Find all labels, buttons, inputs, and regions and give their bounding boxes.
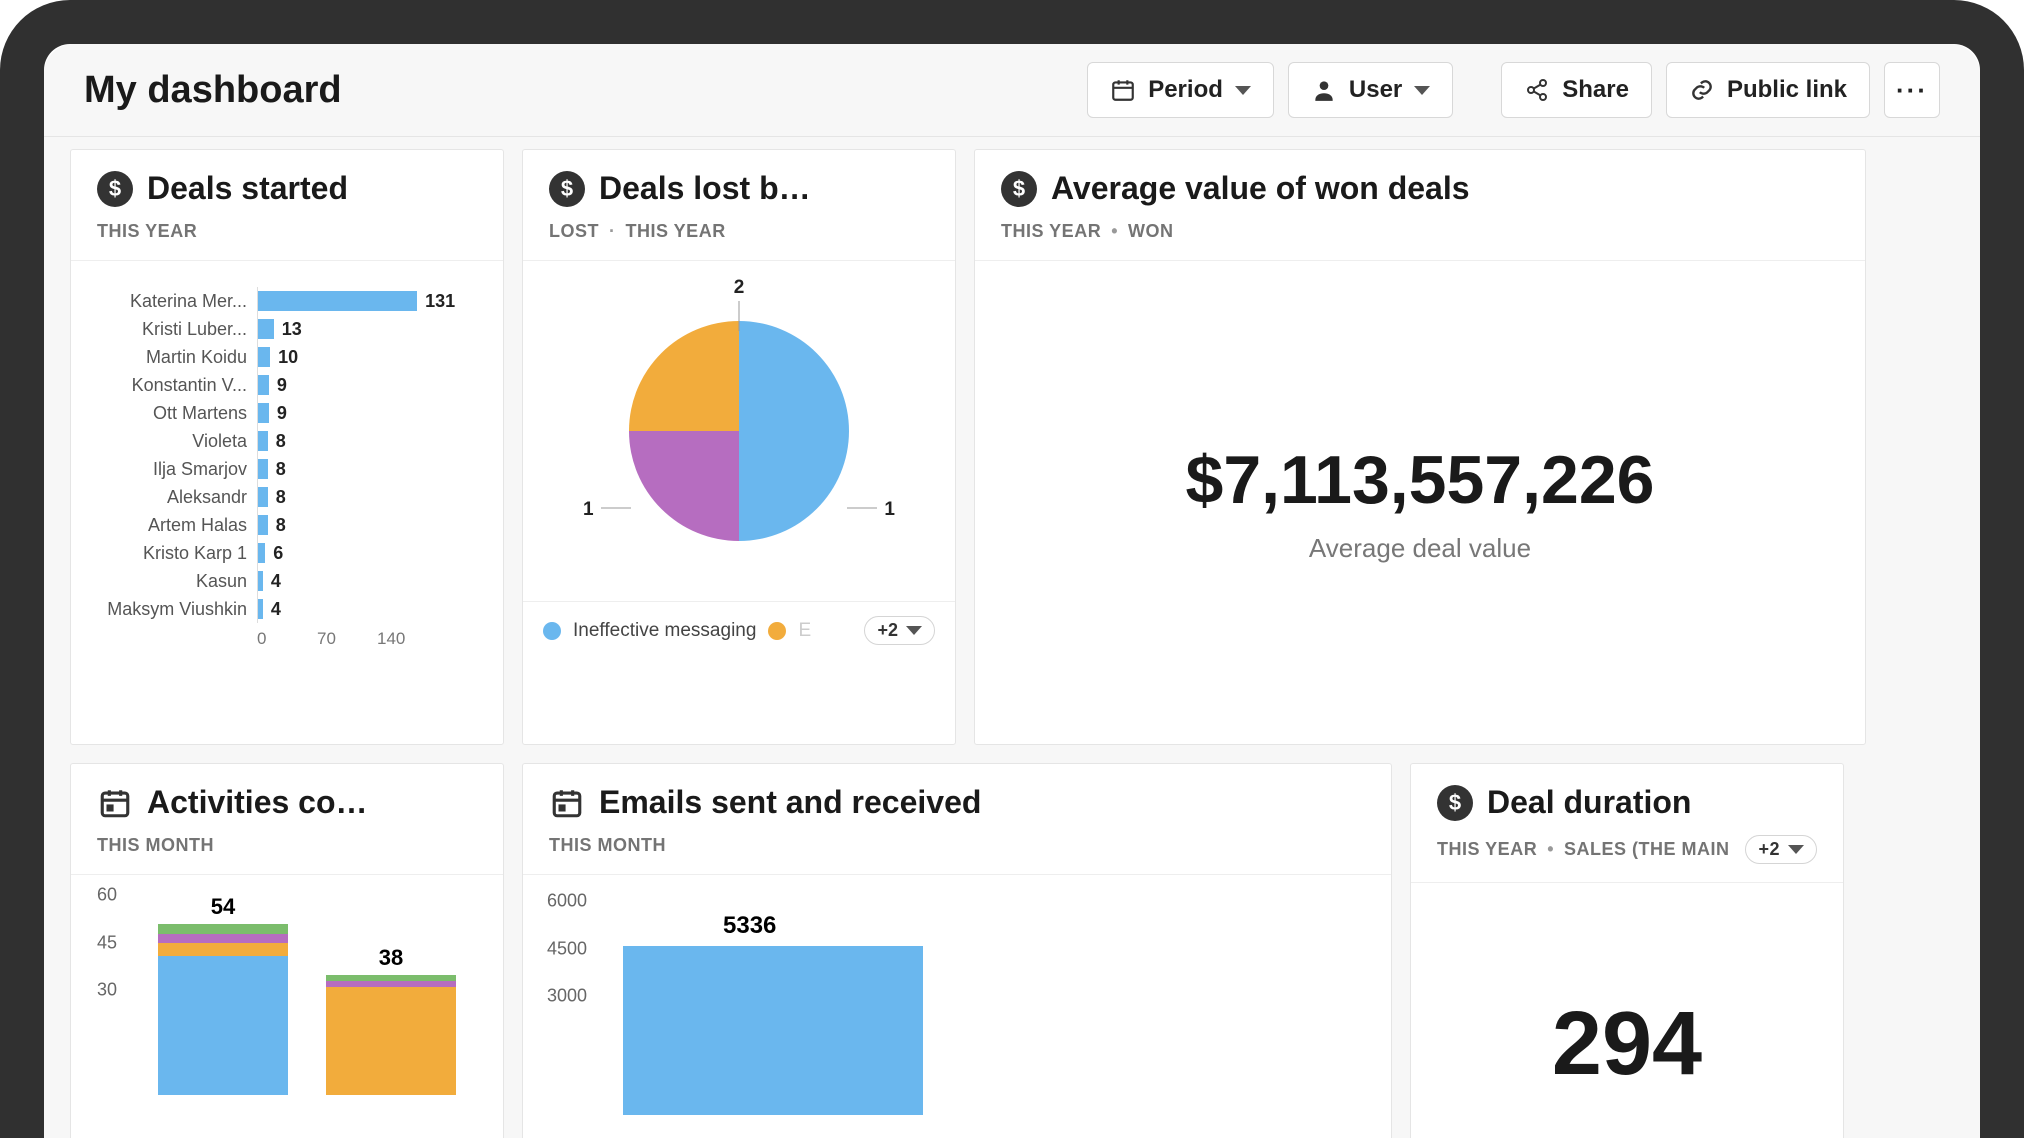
dashboard-header: My dashboard Period User bbox=[44, 44, 1980, 137]
public-link-button[interactable]: Public link bbox=[1666, 62, 1870, 118]
emails-chart: 300045006000 5336 bbox=[523, 875, 1391, 1135]
user-dropdown[interactable]: User bbox=[1288, 62, 1453, 118]
legend-swatch bbox=[543, 622, 561, 640]
hbar-label: Ilja Smarjov bbox=[95, 459, 247, 480]
legend-swatch bbox=[768, 622, 786, 640]
card-avg-value: $ Average value of won deals THIS YEAR •… bbox=[974, 149, 1866, 745]
card-deal-duration: $ Deal duration THIS YEAR • SALES (THE M… bbox=[1410, 763, 1844, 1138]
share-icon bbox=[1524, 77, 1550, 103]
hbar-row: Violeta 8 bbox=[95, 427, 479, 455]
avg-deal-value: $7,113,557,226 bbox=[1186, 441, 1655, 519]
hbar-value: 8 bbox=[276, 459, 286, 480]
card-title: Deal duration bbox=[1487, 784, 1691, 821]
avg-deal-caption: Average deal value bbox=[1309, 533, 1531, 564]
hbar-row: Kristo Karp 1 6 bbox=[95, 539, 479, 567]
calendar-icon bbox=[1110, 77, 1136, 103]
calendar-icon bbox=[97, 785, 133, 821]
hbar-label: Kristi Luber... bbox=[95, 319, 247, 340]
hbar-label: Kristo Karp 1 bbox=[95, 543, 247, 564]
hbar-row: Kristi Luber... 13 bbox=[95, 315, 479, 343]
pie-label: 2 bbox=[734, 277, 745, 299]
chevron-down-icon bbox=[1414, 86, 1430, 95]
hbar-value: 4 bbox=[271, 599, 281, 620]
hbar-value: 8 bbox=[276, 515, 286, 536]
card-emails: Emails sent and received THIS MONTH 3000… bbox=[522, 763, 1392, 1138]
activities-chart: 304560 5438 bbox=[71, 875, 503, 1135]
hbar-label: Kasun bbox=[95, 571, 247, 592]
hbar-row: Ott Martens 9 bbox=[95, 399, 479, 427]
chevron-down-icon bbox=[1788, 845, 1804, 854]
hbar-value: 4 bbox=[271, 571, 281, 592]
card-activities: Activities co… THIS MONTH 304560 5438 bbox=[70, 763, 504, 1138]
duration-more-chip[interactable]: +2 bbox=[1745, 835, 1817, 864]
hbar-row: Katerina Mer... 131 bbox=[95, 287, 479, 315]
hbar-value: 8 bbox=[276, 487, 286, 508]
share-button[interactable]: Share bbox=[1501, 62, 1652, 118]
deal-duration-value: 294 bbox=[1411, 883, 1843, 1096]
deals-lost-pie: 2 1 1 bbox=[523, 261, 955, 601]
card-title: Activities co… bbox=[147, 784, 368, 821]
hbar-row: Maksym Viushkin 4 bbox=[95, 595, 479, 623]
hbar-row: Martin Koidu 10 bbox=[95, 343, 479, 371]
hbar-value: 6 bbox=[273, 543, 283, 564]
chevron-down-icon bbox=[1235, 86, 1251, 95]
dollar-icon: $ bbox=[1437, 785, 1473, 821]
dollar-icon: $ bbox=[549, 171, 585, 207]
user-icon bbox=[1311, 77, 1337, 103]
hbar-value: 8 bbox=[276, 431, 286, 452]
card-title: Average value of won deals bbox=[1051, 170, 1470, 207]
hbar-value: 131 bbox=[425, 291, 455, 312]
hbar-value: 13 bbox=[282, 319, 302, 340]
hbar-label: Artem Halas bbox=[95, 515, 247, 536]
ellipsis-icon: ··· bbox=[1896, 75, 1928, 106]
hbar-row: Kasun 4 bbox=[95, 567, 479, 595]
hbar-row: Artem Halas 8 bbox=[95, 511, 479, 539]
hbar-value: 10 bbox=[278, 347, 298, 368]
hbar-label: Maksym Viushkin bbox=[95, 599, 247, 620]
pie-label: 1 bbox=[884, 499, 895, 521]
dollar-icon: $ bbox=[1001, 171, 1037, 207]
stacked-bar: 38 bbox=[326, 975, 456, 1095]
card-title: Emails sent and received bbox=[599, 784, 981, 821]
header-actions: Period User Share Publ bbox=[1087, 62, 1940, 118]
hbar-row: Konstantin V... 9 bbox=[95, 371, 479, 399]
emails-bar-label: 5336 bbox=[723, 912, 776, 940]
hbar-label: Martin Koidu bbox=[95, 347, 247, 368]
pie-label: 1 bbox=[583, 499, 594, 521]
page-title: My dashboard bbox=[84, 69, 342, 112]
hbar-row: Ilja Smarjov 8 bbox=[95, 455, 479, 483]
dollar-icon: $ bbox=[97, 171, 133, 207]
link-icon bbox=[1689, 77, 1715, 103]
period-dropdown[interactable]: Period bbox=[1087, 62, 1274, 118]
dashboard-content: $ Deals started THIS YEAR Katerina Mer..… bbox=[44, 137, 1980, 1138]
hbar-value: 9 bbox=[277, 403, 287, 424]
hbar-row: Aleksandr 8 bbox=[95, 483, 479, 511]
hbar-label: Ott Martens bbox=[95, 403, 247, 424]
legend-more-chip[interactable]: +2 bbox=[864, 616, 935, 645]
hbar-label: Violeta bbox=[95, 431, 247, 452]
hbar-value: 9 bbox=[277, 375, 287, 396]
calendar-icon bbox=[549, 785, 585, 821]
card-deals-started: $ Deals started THIS YEAR Katerina Mer..… bbox=[70, 149, 504, 745]
chevron-down-icon bbox=[906, 626, 922, 635]
stacked-bar: 54 bbox=[158, 924, 288, 1095]
more-menu-button[interactable]: ··· bbox=[1884, 62, 1940, 118]
card-title: Deals lost b… bbox=[599, 170, 811, 207]
hbar-label: Aleksandr bbox=[95, 487, 247, 508]
deals-started-chart: Katerina Mer... 131 Kristi Luber... 13 Marti… bbox=[71, 261, 503, 649]
card-deals-lost: $ Deals lost b… LOST · THIS YEAR 2 1 1 bbox=[522, 149, 956, 745]
hbar-label: Katerina Mer... bbox=[95, 291, 247, 312]
pie-legend: Ineffective messaging E +2 bbox=[523, 601, 955, 659]
hbar-label: Konstantin V... bbox=[95, 375, 247, 396]
card-title: Deals started bbox=[147, 170, 348, 207]
